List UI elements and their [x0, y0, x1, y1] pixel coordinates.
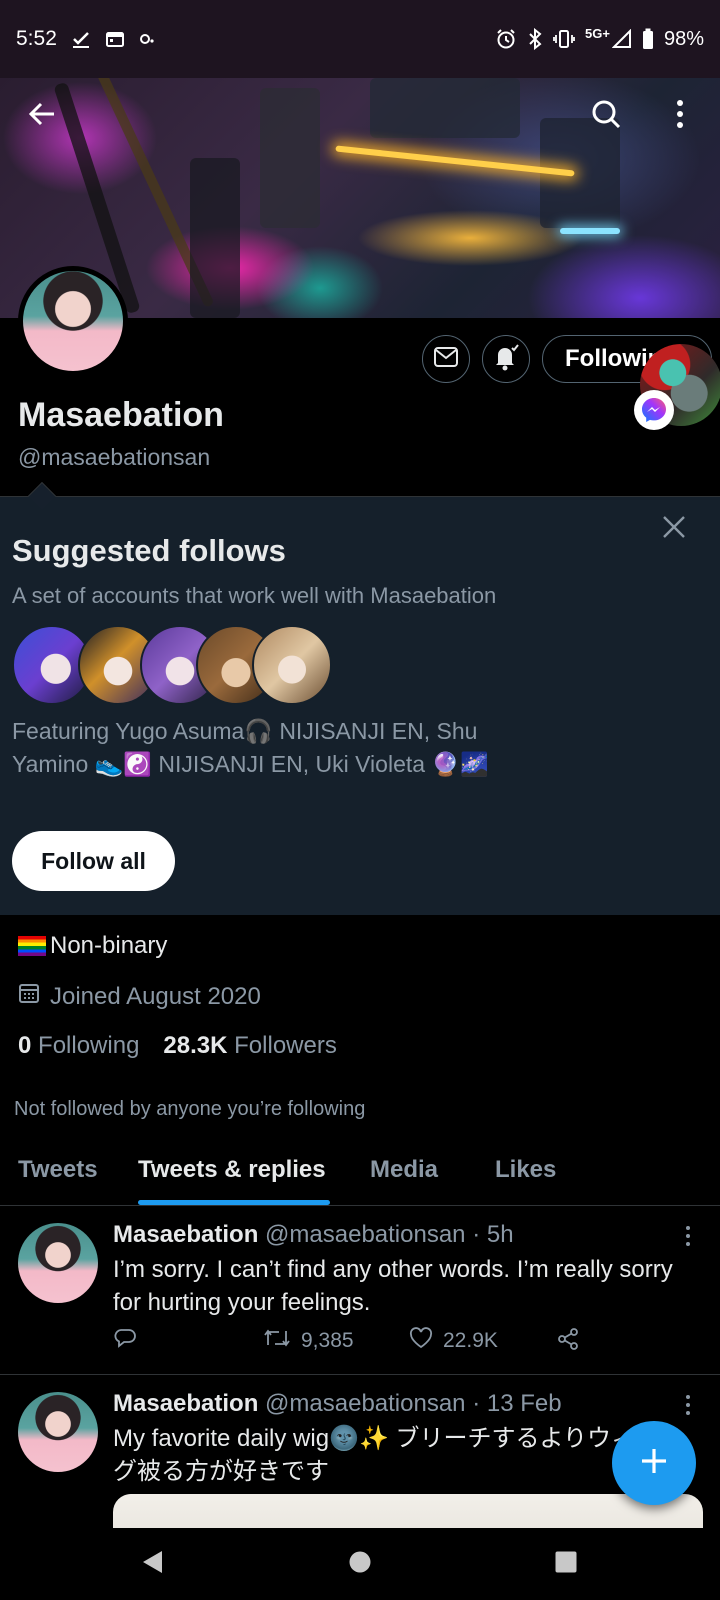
nav-home-button[interactable] — [340, 1544, 380, 1584]
notifications-button[interactable] — [482, 335, 530, 383]
like-count: 22.9K — [443, 1329, 498, 1352]
bio-text: Non-binary — [50, 932, 168, 959]
tweet-text: I’m sorry. I can’t find any other words.… — [113, 1256, 673, 1316]
profile-handle: @masaebationsan — [18, 444, 211, 470]
bluetooth-icon — [527, 28, 543, 50]
battery-percent: 98% — [663, 27, 704, 50]
follow-all-button[interactable]: Follow all — [12, 831, 175, 891]
suggested-follows-panel: Suggested follows A set of accounts that… — [0, 497, 720, 915]
bell-icon — [491, 342, 521, 377]
followers-count-link[interactable]: 28.3K Followers — [163, 1032, 336, 1060]
circle-home-icon — [348, 1550, 372, 1579]
suggested-follows-title: Suggested follows — [12, 533, 286, 568]
share-icon — [556, 1327, 580, 1357]
mail-icon — [433, 346, 459, 373]
system-navigation-bar — [0, 1528, 720, 1600]
followers-label: Followers — [234, 1032, 337, 1059]
search-button[interactable] — [584, 94, 628, 138]
profile-tabs: Tweets Tweets & replies Media Likes — [0, 1140, 720, 1206]
vibrate-icon — [553, 29, 575, 49]
calendar-notification-icon — [105, 29, 125, 49]
mutual-followers-note: Not followed by anyone you’re following — [14, 1098, 366, 1120]
like-icon — [409, 1327, 433, 1355]
tweet-header: Masaebation @masaebationsan · 13 Feb — [113, 1390, 562, 1418]
followers-count: 28.3K — [163, 1032, 228, 1059]
tweet-more-button[interactable] — [678, 1221, 698, 1251]
more-options-button[interactable] — [658, 94, 702, 138]
tweet-avatar[interactable] — [18, 1392, 98, 1472]
status-bar: 5:52 5G+ 98% — [0, 0, 720, 78]
messenger-icon — [634, 390, 674, 430]
reply-icon — [113, 1327, 137, 1355]
search-icon — [590, 98, 622, 135]
active-tab-indicator — [138, 1200, 330, 1205]
reply-button[interactable] — [113, 1327, 137, 1355]
joined-text: Joined August 2020 — [50, 982, 261, 1010]
plus-icon — [638, 1445, 670, 1482]
tweet-author-name[interactable]: Masaebation — [113, 1221, 258, 1248]
square-recents-icon — [554, 1550, 578, 1579]
triangle-back-icon — [140, 1549, 164, 1580]
suggested-follows-subtitle: A set of accounts that work well with Ma… — [12, 583, 497, 608]
tweet-header: Masaebation @masaebationsan · 5h — [113, 1221, 514, 1249]
following-count: 0 — [18, 1032, 32, 1059]
tweet[interactable]: Masaebation @masaebationsan · 13 Feb My … — [0, 1376, 720, 1554]
nav-back-button[interactable] — [132, 1544, 172, 1584]
tweet-actions: 9,385 22.9K — [113, 1327, 593, 1361]
alarm-icon — [495, 28, 517, 50]
profile-bio: Non-binary — [18, 932, 167, 960]
retweet-button[interactable]: 9,385 — [263, 1327, 354, 1355]
retweet-icon — [263, 1327, 291, 1355]
nav-recents-button[interactable] — [546, 1544, 586, 1584]
battery-icon — [642, 28, 654, 50]
follow-counts: 0 Following 28.3K Followers — [18, 1032, 337, 1060]
tab-tweets-and-replies[interactable]: Tweets & replies — [138, 1156, 326, 1184]
status-time: 5:52 — [16, 27, 57, 50]
calendar-icon — [18, 982, 40, 1011]
pride-flag-icon — [18, 936, 46, 956]
suggested-avatar[interactable] — [252, 625, 332, 705]
tweet-author-name[interactable]: Masaebation — [113, 1390, 258, 1417]
retweet-count: 9,385 — [301, 1329, 354, 1352]
back-arrow-icon — [27, 99, 57, 134]
network-type: 5G+ — [585, 25, 610, 41]
tweet[interactable]: Masaebation @masaebationsan · 5h I’m sor… — [0, 1207, 720, 1375]
profile-display-name: Masaebation — [18, 396, 224, 434]
featuring-line: Featuring Yugo Asuma🎧 NIJISANJI EN, Shu — [12, 718, 478, 744]
joined-date: Joined August 2020 — [18, 982, 261, 1011]
tab-media[interactable]: Media — [370, 1156, 438, 1184]
compose-tweet-button[interactable] — [612, 1421, 696, 1505]
tab-tweets[interactable]: Tweets — [18, 1156, 98, 1184]
following-label: Following — [38, 1032, 140, 1059]
tweet-avatar[interactable] — [18, 1223, 98, 1303]
close-suggestions-button[interactable] — [656, 511, 692, 547]
signal-icon — [611, 29, 632, 49]
following-count-link[interactable]: 0 Following — [18, 1032, 139, 1060]
more-vertical-icon — [676, 99, 684, 134]
tweet-more-button[interactable] — [678, 1390, 698, 1420]
share-button[interactable] — [556, 1327, 580, 1357]
tweet-text: My favorite daily wig🌚✨ ブリーチするよりウィッグ被る方が… — [113, 1425, 660, 1485]
tweet-meta: @masaebationsan · 13 Feb — [265, 1390, 562, 1417]
back-button[interactable] — [20, 94, 64, 138]
featuring-line: Yamino 👟☯️ NIJISANJI EN, Uki Violeta 🔮🌌 — [12, 751, 489, 777]
close-icon — [661, 514, 687, 545]
tweet-meta: @masaebationsan · 5h — [265, 1221, 514, 1248]
message-button[interactable] — [422, 335, 470, 383]
assistant-icon — [139, 31, 155, 47]
tab-likes[interactable]: Likes — [495, 1156, 556, 1184]
featuring-text: Featuring Yugo Asuma🎧 NIJISANJI EN, Shu … — [12, 715, 572, 781]
check-icon — [71, 29, 91, 49]
profile-avatar[interactable] — [18, 266, 128, 376]
like-button[interactable]: 22.9K — [409, 1327, 498, 1355]
